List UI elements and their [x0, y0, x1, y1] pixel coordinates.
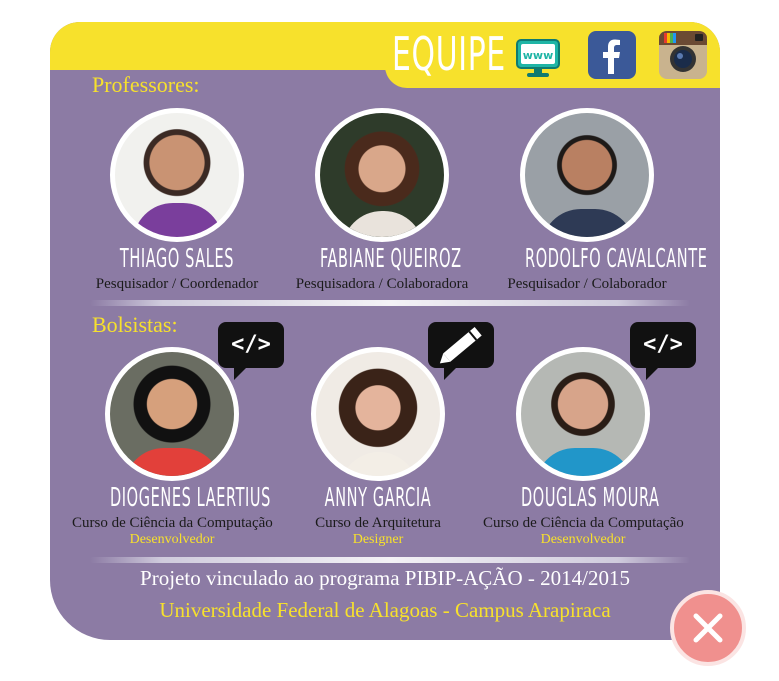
member-role: Curso de Arquitetura [315, 515, 441, 531]
member-name: DIOGENES LAERTIUS [110, 483, 272, 513]
avatar [315, 108, 449, 242]
member-role: Pesquisador / Colaborador [507, 276, 667, 292]
divider [90, 300, 690, 306]
close-icon [693, 613, 723, 643]
member-card: THIAGO SALES Pesquisador / Coordenador [77, 108, 277, 293]
university-text: Universidade Federal de Alagoas - Campus… [159, 598, 611, 622]
avatar [520, 108, 654, 242]
close-button[interactable] [670, 590, 746, 666]
svg-text:www: www [523, 49, 554, 62]
member-name: ANNY GARCIA [324, 483, 432, 513]
member-card: RODOLFO CAVALCANTE Pesquisador / Colabor… [487, 108, 708, 293]
member-role: Pesquisadora / Colaboradora [295, 276, 469, 292]
member-name: FABIANE QUEIROZ [320, 244, 462, 274]
instagram-icon[interactable] [658, 30, 708, 80]
facebook-icon[interactable] [587, 30, 637, 80]
member-job: Designer [352, 532, 404, 547]
member-job: Desenvolvedor [129, 532, 215, 547]
bolsistas-title: Bolsistas: [92, 312, 178, 337]
avatar [110, 108, 244, 242]
page-title: EQUIPE [392, 27, 506, 81]
member-card: FABIANE QUEIROZ Pesquisadora / Colaborad… [282, 108, 482, 293]
avatar [311, 347, 445, 481]
divider [90, 557, 690, 563]
member-role: Curso de Ciência da Computação [483, 515, 684, 531]
website-icon[interactable]: www [515, 34, 561, 80]
team-card: EQUIPE www Professores: THIAGO SALES Pes… [50, 22, 720, 640]
program-text: Projeto vinculado ao programa PIBIP-AÇÃO… [140, 566, 630, 590]
avatar [516, 347, 650, 481]
code-icon: </> [630, 322, 696, 380]
code-icon: </> [218, 322, 284, 380]
member-name: RODOLFO CAVALCANTE [525, 244, 708, 274]
member-name: DOUGLAS MOURA [521, 483, 660, 513]
member-name: THIAGO SALES [119, 244, 235, 274]
member-role: Pesquisador / Coordenador [95, 276, 259, 292]
member-role: Curso de Ciência da Computação [72, 515, 273, 531]
professores-title: Professores: [92, 72, 200, 97]
member-job: Desenvolvedor [540, 532, 626, 547]
avatar [105, 347, 239, 481]
